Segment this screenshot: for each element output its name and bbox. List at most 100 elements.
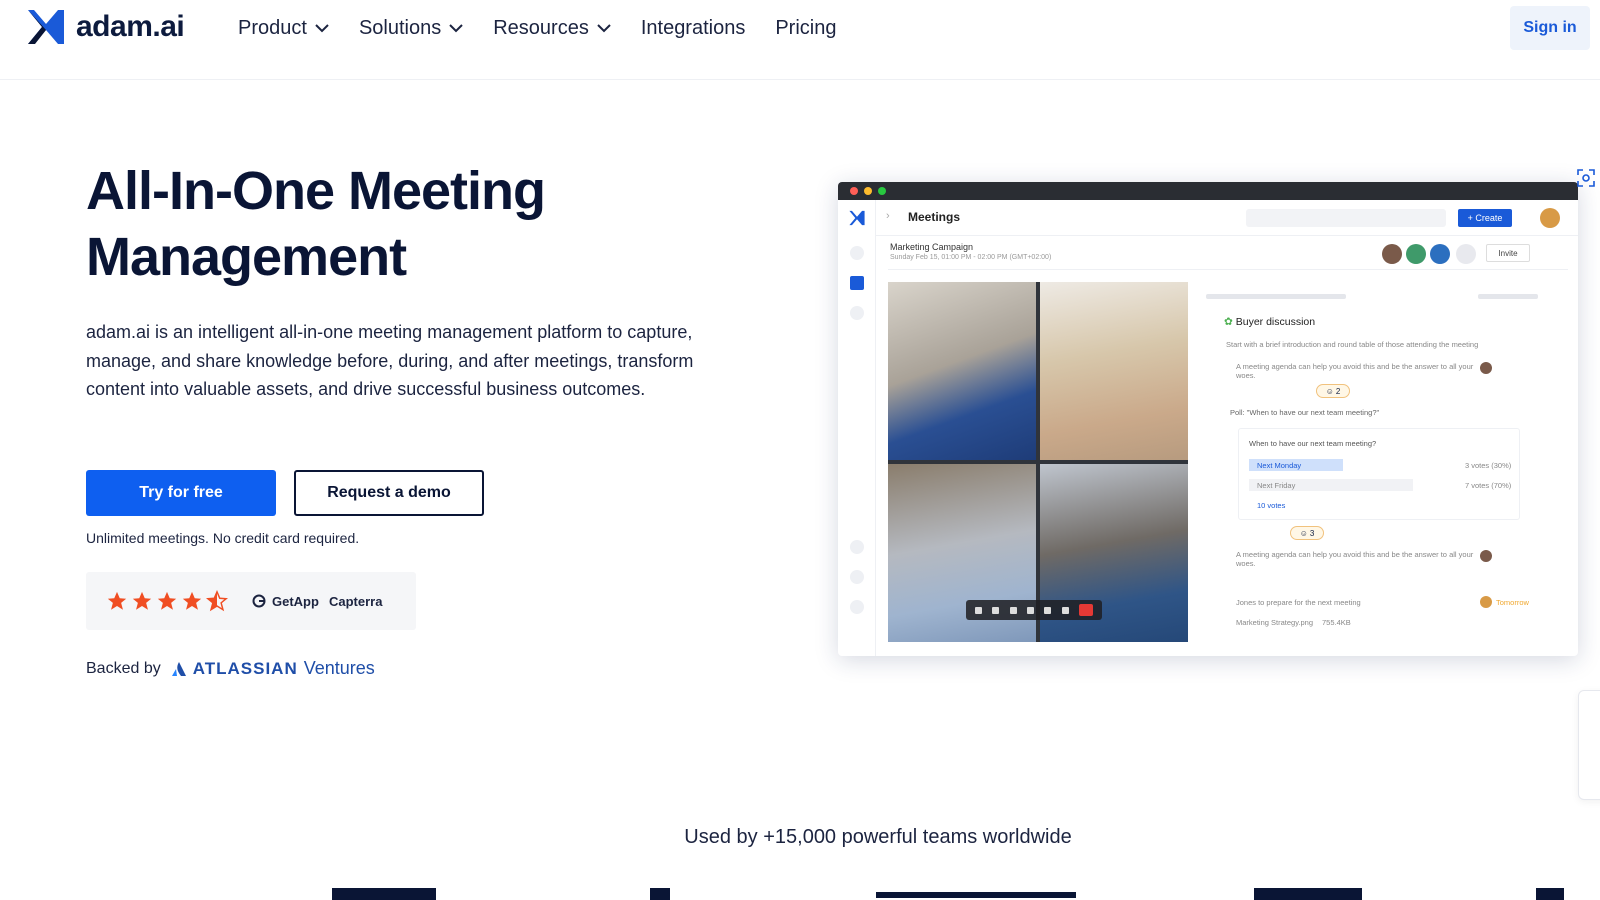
video-tile [1040,282,1188,460]
atlassian-icon [171,661,186,676]
brand-name: adam.ai [76,10,185,43]
nav-product-label: Product [238,16,307,39]
editor-toolbar [1198,288,1568,304]
task-due: Tomorrow [1496,598,1529,607]
star-icon [132,591,152,610]
nav-links: Product Solutions Resources Integrations… [238,14,836,42]
more-icon [1061,606,1069,614]
nav-pricing-label: Pricing [775,16,837,39]
nav-resources[interactable]: Resources [493,14,611,42]
reaction-badge: ☺ 3 [1290,526,1324,540]
avatar [1456,244,1476,264]
emoji-icon: ☺ [1299,528,1308,538]
task-item: Jones to prepare for the next meeting [1236,598,1361,607]
social-proof-text: Used by +15,000 powerful teams worldwide [684,826,1072,848]
star-icon [107,591,127,610]
chevron-down-icon [597,24,611,33]
customer-logos [0,882,1600,900]
mock-sidebar [838,200,876,656]
customer-logo [1536,888,1564,900]
getapp-icon [252,594,266,608]
backed-by-label: Backed by [86,659,161,677]
agenda-item: A meeting agenda can help you avoid this… [1236,550,1474,568]
rating-badge: GetApp Capterra [86,572,416,630]
leaf-icon: ✿ [1224,316,1233,328]
half-star-icon [206,590,228,612]
chat-widget-tab[interactable] [1578,690,1600,800]
sidebar-icon [850,600,864,614]
hero-description: adam.ai is an intelligent all-in-one mee… [86,322,694,399]
poll-question: When to have our next team meeting? [1249,439,1377,448]
avatar [1406,244,1426,264]
adam-logo-icon [849,210,865,226]
nav-integrations-label: Integrations [640,16,746,39]
maximize-dot-icon [878,187,886,195]
nav-solutions-label: Solutions [358,16,442,39]
chevron-right-icon: › [886,210,890,222]
hero-title-line-2: Management [86,227,407,287]
mock-header: › Meetings + Create [876,200,1578,236]
sidebar-icon [850,306,864,320]
attachment-size: 755.4KB [1322,618,1351,627]
nav-solutions[interactable]: Solutions [359,14,463,42]
avatar [1540,208,1560,228]
mic-icon [975,606,983,614]
mock-header-title: Meetings [908,210,961,224]
customer-logo [332,888,436,900]
avatar [1480,550,1492,562]
getapp-logo: GetApp [252,594,319,609]
capterra-logo: Capterra [328,593,383,609]
poll-option-votes: 7 votes (70%) [1465,481,1512,490]
minimize-dot-icon [864,187,872,195]
nav-integrations[interactable]: Integrations [641,14,746,42]
backed-by: Backed by ATLASSIAN Ventures [86,658,375,679]
nav-resources-label: Resources [493,16,589,39]
screen-share-icon [1009,606,1017,614]
agenda-heading-text: Buyer discussion [1235,316,1316,328]
emoji-icon: ☺ [1325,386,1334,396]
video-tile [888,282,1036,460]
meeting-date: Sunday Feb 15, 01:00 PM - 02:00 PM (GMT+… [890,254,1052,261]
poll-title: Poll: "When to have our next team meetin… [1230,408,1380,417]
avatar [1430,244,1450,264]
star-rating [106,590,228,612]
video-call-grid [888,282,1188,642]
mock-search [1246,209,1446,227]
poll-option-label: Next Monday [1257,461,1302,470]
avatar [1480,596,1492,608]
meeting-title: Marketing Campaign [890,242,974,252]
camera-icon [992,606,1000,614]
request-demo-button[interactable]: Request a demo [294,470,484,516]
nav-pricing[interactable]: Pricing [775,14,836,42]
product-screenshot: › Meetings + Create Marketing Campaign S… [838,182,1578,656]
hand-icon [1026,606,1034,614]
atlassian-ventures-logo: ATLASSIAN Ventures [171,658,375,679]
close-dot-icon [850,187,858,195]
customer-logo [876,892,1076,898]
grid-icon [1044,606,1052,614]
fine-print: Unlimited meetings. No credit card requi… [86,530,360,546]
star-icon [157,591,177,610]
toolbar-icons [1206,294,1346,299]
top-navbar: adam.ai Product Solutions Resources Inte… [0,0,1600,80]
poll-card: When to have our next team meeting? Next… [1238,428,1520,520]
brand-logo[interactable]: adam.ai [26,8,185,46]
nav-product[interactable]: Product [238,14,329,42]
customer-logo [1254,888,1362,900]
hero-title: All-In-One Meeting Management [86,158,686,290]
reaction-count: 2 [1335,386,1341,396]
try-for-free-button[interactable]: Try for free [86,470,276,516]
screenshot-capture-icon[interactable] [1576,168,1596,188]
adam-logo-icon [28,10,64,44]
poll-option-label: Next Friday [1257,481,1296,490]
atlassian-name: ATLASSIAN [192,658,298,678]
sidebar-icon [850,246,864,260]
sidebar-icon [850,570,864,584]
star-icon [182,591,202,610]
meeting-subheader: Marketing Campaign Sunday Feb 15, 01:00 … [888,240,1568,270]
reaction-badge: ☺ 2 [1316,384,1350,398]
sign-in-button[interactable]: Sign in [1510,6,1590,50]
customer-logo [650,888,670,900]
agenda-item: A meeting agenda can help you avoid this… [1236,362,1474,380]
attachment-name: Marketing Strategy.png [1236,618,1313,627]
